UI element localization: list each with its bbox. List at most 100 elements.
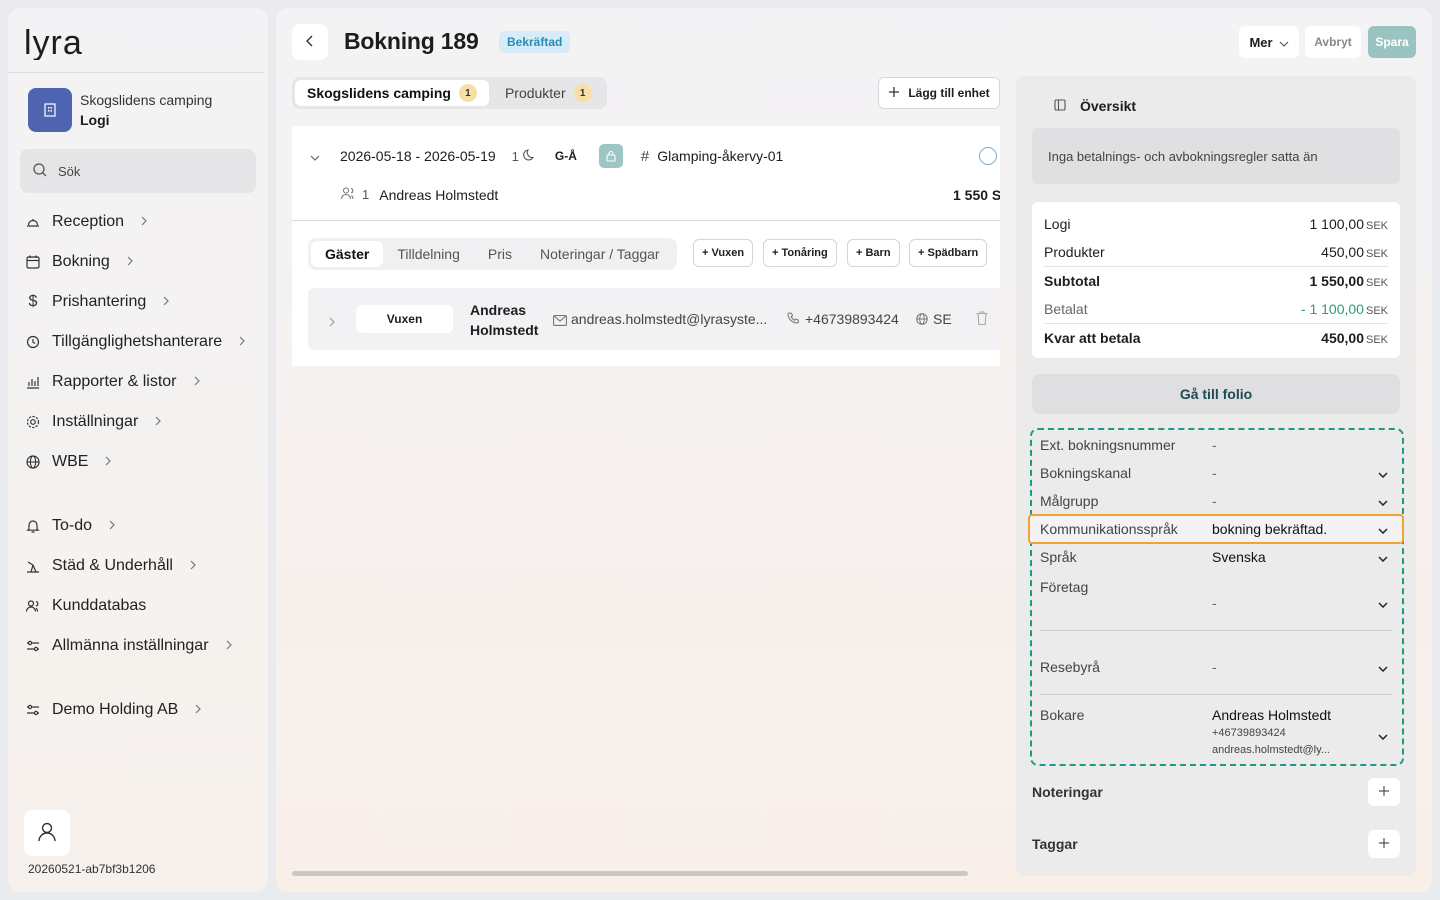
nav-prishantering[interactable]: $ Prishantering [24, 290, 264, 314]
go-to-folio-button[interactable]: Gå till folio [1032, 374, 1400, 414]
chevron-right-icon[interactable] [328, 314, 336, 330]
building-icon [28, 88, 72, 132]
plus-icon [1378, 836, 1390, 852]
property-name: Skogslidens camping [80, 92, 213, 108]
bell-icon [24, 517, 42, 535]
back-button[interactable] [292, 24, 328, 60]
hash-icon: # [640, 147, 650, 165]
summary-row-kvar: Kvar att betala 450,00 SEK [1044, 330, 1388, 346]
tab-skogslidens-camping[interactable]: Skogslidens camping 1 [295, 80, 489, 106]
user-icon [37, 821, 57, 846]
chevron-right-icon [154, 413, 162, 431]
nav-demo-holding[interactable]: Demo Holding AB [24, 698, 264, 722]
users-icon [24, 597, 42, 615]
more-button[interactable]: Mer [1239, 26, 1299, 58]
booking-tabs: Skogslidens camping 1 Produkter 1 [292, 77, 607, 109]
sidebar: lyra Skogslidens camping Logi Sök Recept… [8, 8, 268, 892]
summary-row-subtotal: Subtotal 1 550,00 SEK [1044, 273, 1388, 289]
lock-icon[interactable] [598, 144, 623, 168]
guest-email[interactable]: andreas.holmstedt@lyrasyste... [571, 311, 767, 327]
chevron-right-icon [104, 453, 112, 471]
chevron-right-icon [162, 293, 170, 311]
nav-installningar[interactable]: Inställningar [24, 410, 264, 434]
add-note-button[interactable] [1368, 778, 1400, 806]
property-sub: Logi [80, 112, 110, 128]
unit-code: G-Å [554, 149, 577, 163]
nav-allmanna[interactable]: Allmänna inställningar [24, 634, 264, 658]
unit-price: 1 550 S [953, 186, 1000, 203]
chevron-down-icon [1378, 465, 1388, 481]
nav-todo[interactable]: To-do [24, 514, 264, 538]
broom-icon [24, 557, 42, 575]
cancel-button[interactable]: Avbryt [1305, 26, 1361, 58]
guest-row[interactable]: Vuxen Andreas Holmstedt andreas.holmsted… [308, 288, 1000, 350]
nav-stad[interactable]: Städ & Underhåll [24, 554, 264, 578]
tab-produkter[interactable]: Produkter 1 [493, 80, 604, 106]
chevron-right-icon [108, 517, 116, 535]
nav-wbe[interactable]: WBE [24, 450, 264, 474]
sliders-icon [24, 701, 42, 719]
chevron-down-icon [1378, 493, 1388, 509]
tab-count-badge: 1 [573, 84, 592, 102]
sliders-icon [24, 637, 42, 655]
tab-pris[interactable]: Pris [474, 241, 526, 267]
chevron-left-icon [305, 34, 315, 51]
users-icon [340, 186, 356, 203]
unit-header: 2026-05-18 - 2026-05-19 1 G-Å # Glamping… [292, 142, 1000, 170]
panel-toggle-icon[interactable] [1054, 98, 1066, 114]
add-child-button[interactable]: + Barn [847, 239, 900, 267]
trash-icon[interactable] [975, 310, 989, 329]
tab-noteringar-taggar[interactable]: Noteringar / Taggar [526, 241, 674, 267]
nav-kunddatabas[interactable]: Kunddatabas [24, 594, 264, 618]
unit-nights: 1 [511, 148, 519, 164]
chevron-right-icon [194, 701, 202, 719]
nav-reception[interactable]: Reception [24, 210, 264, 234]
unit-dates[interactable]: 2026-05-18 - 2026-05-19 [340, 148, 496, 164]
add-infant-button[interactable]: + Spädbarn [909, 239, 988, 267]
calendar-icon [24, 253, 42, 271]
plus-icon [1378, 784, 1390, 800]
lyra-logo[interactable]: lyra [24, 24, 114, 60]
save-button[interactable]: Spara [1368, 26, 1416, 58]
unit-name[interactable]: Glamping-åkervy-01 [657, 148, 783, 164]
add-unit-button[interactable]: Lägg till enhet [878, 77, 1000, 109]
svg-text:lyra: lyra [24, 24, 83, 60]
chevron-down-icon[interactable] [310, 148, 320, 164]
horizontal-scrollbar[interactable] [292, 871, 968, 876]
info-icon[interactable] [979, 147, 998, 165]
guest-type-select[interactable]: Vuxen [356, 305, 453, 333]
field-booker[interactable]: Bokare Andreas Holmstedt +46739893424 an… [1040, 707, 1392, 763]
guest-tabs: Gäster Tilldelning Pris Noteringar / Tag… [308, 238, 677, 270]
nav-bokning[interactable]: Bokning [24, 250, 264, 274]
chevron-right-icon [140, 213, 148, 231]
tags-section: Taggar [1032, 830, 1400, 858]
nav-rapporter[interactable]: Rapporter & listor [24, 370, 264, 394]
user-avatar-button[interactable] [24, 810, 70, 856]
rules-note: Inga betalnings- och avbokningsregler sa… [1032, 128, 1400, 184]
guest-phone[interactable]: +46739893424 [805, 311, 899, 327]
property-switcher[interactable]: Skogslidens camping Logi [28, 88, 212, 132]
field-travel-agency[interactable]: Resebyrå - [1040, 659, 1392, 695]
add-teen-button[interactable]: + Tonåring [763, 239, 837, 267]
search-placeholder: Sök [58, 163, 81, 179]
tab-tilldelning[interactable]: Tilldelning [383, 241, 474, 267]
chart-icon [24, 373, 42, 391]
guest-country: SE [933, 311, 952, 327]
nav-tillganglighet[interactable]: Tillgänglighetshanterare [24, 330, 264, 354]
mail-icon [553, 313, 567, 329]
add-tag-button[interactable] [1368, 830, 1400, 858]
chevron-right-icon [225, 637, 233, 655]
chevron-down-icon [1378, 659, 1388, 675]
sidebar-search[interactable]: Sök [20, 149, 256, 193]
guest-last-name: Holmstedt [470, 322, 539, 338]
bell-desk-icon [24, 213, 42, 231]
field-company[interactable]: Företag - [1040, 579, 1392, 631]
search-icon [32, 162, 48, 181]
dollar-icon: $ [28, 293, 38, 310]
tab-gaster[interactable]: Gäster [311, 241, 384, 267]
overview-title: Översikt [1080, 98, 1137, 114]
chevron-right-icon [238, 333, 246, 351]
summary-row-produkter: Produkter 450,00 SEK [1044, 244, 1388, 260]
add-adult-button[interactable]: + Vuxen [693, 239, 754, 267]
plus-icon [888, 86, 900, 101]
